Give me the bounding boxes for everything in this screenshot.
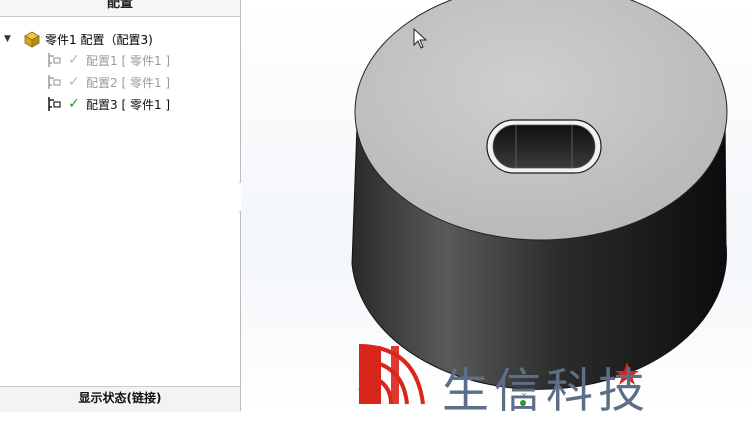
configuration-icon [48,53,61,67]
config-item-1[interactable]: ✓ 配置1 [ 零件1 ] [46,50,170,70]
config-label: 配置3 [ 零件1 ] [86,97,171,112]
display-state-bar[interactable]: 显示状态(链接) [0,386,240,412]
config-label: 配置2 [ 零件1 ] [86,75,171,90]
config-label: 配置1 [ 零件1 ] [86,53,171,68]
part-icon [24,31,40,48]
check-icon: ✓ [68,74,80,90]
panel-title: 配置 [106,0,133,11]
check-icon: ✓ [68,96,80,112]
tree-root-part[interactable]: 零件1 配置（配置3) [22,29,153,49]
panel-header: 配置 [0,0,240,17]
mouse-cursor-icon [413,28,428,49]
display-state-label: 显示状态(链接) [78,391,162,405]
configuration-icon [48,97,61,111]
cylinder-model[interactable] [241,0,752,411]
collapse-caret-icon[interactable]: ▼ [4,34,11,44]
configuration-manager-panel: 配置 ▼ 零件1 配置（配置3) ✓ 配置1 [ 零件1 ] ✓ 配置2 [ 零… [0,0,241,412]
graphics-viewport[interactable]: Y [241,0,752,411]
tree-root-label: 零件1 配置（配置3) [45,32,153,47]
config-item-2[interactable]: ✓ 配置2 [ 零件1 ] [46,72,170,92]
config-item-3[interactable]: ✓ 配置3 [ 零件1 ] [46,94,170,114]
check-icon: ✓ [68,52,80,68]
configuration-icon [48,75,61,89]
